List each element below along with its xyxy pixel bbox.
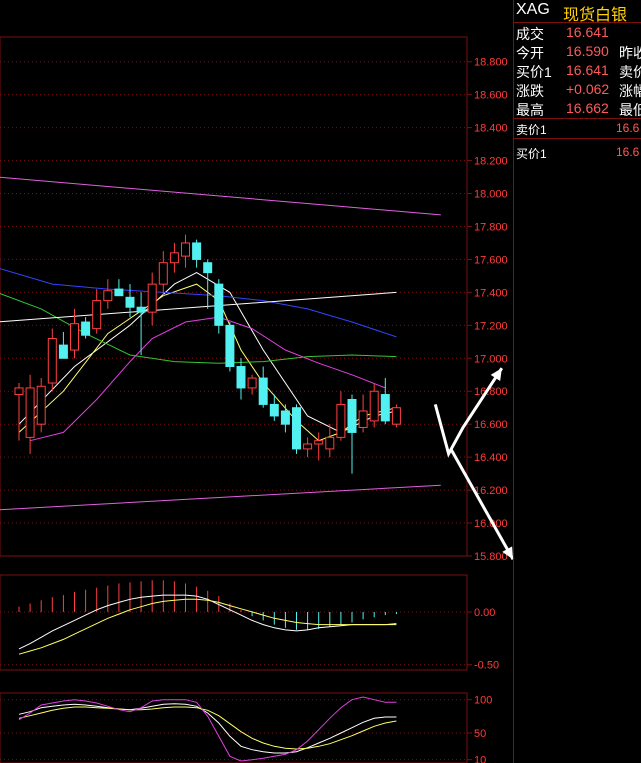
book-label: 买价1 [516,147,547,161]
macd-axis-tick-label: -0.50 [474,660,499,672]
price-axis-tick-label: 16.200 [474,485,508,497]
quote-row-high: 最高 16.662 最低 [514,99,641,119]
quote-row-last: 成交 16.641 [514,23,641,42]
book-label: 卖价1 [516,123,547,137]
candle-body [380,394,390,422]
candle-body [136,306,146,313]
quote-right-label: 昨收 [619,45,641,61]
price-axis-tick-label: 17.600 [474,254,508,266]
candle-body [292,407,301,450]
candle-body [81,321,91,336]
price-axis-tick-label: 16.400 [474,452,508,464]
quote-label: 最高 [516,102,544,118]
candle-body [369,390,379,422]
kdj-axis-tick-label: 10 [474,755,486,763]
price-axis-tick-label: 18.800 [474,57,508,69]
kdj-k-line [18,703,397,754]
ask-row: 卖价1 16.6 [514,119,641,139]
candle-body [225,324,235,368]
price-axis-tick-label: 18.200 [474,156,508,168]
price-axis-tick-label: 16.600 [474,419,508,431]
candle-body [25,387,35,438]
quote-row-bid: 买价1 16.641 卖价 [514,61,641,80]
candle-body [325,436,335,450]
candle-body [391,407,401,425]
candle-body [147,283,157,313]
kdj-axis-tick-label: 50 [474,728,486,740]
quote-value: 16.641 [566,24,609,40]
bid-row: 买价1 16.6 [514,143,641,162]
book-value: 16.6 [616,145,640,159]
candle-body [247,377,257,389]
macd-axis-tick-label: 0.00 [474,607,495,619]
symbol-code: XAG [516,1,550,18]
quote-row-change: 涨跌 +0.062 涨幅 [514,80,641,99]
quote-header: XAG 现货白银 [514,0,641,24]
candle-body [347,398,357,433]
candle-body [303,443,313,450]
candle-body [92,300,102,330]
kdj-chart[interactable]: 100 50 10 [0,692,492,763]
candle-body [58,344,68,359]
quote-label: 今开 [516,45,544,61]
candle-body [214,283,224,326]
price-axis-tick-label: 18.000 [474,189,508,201]
price-axis-tick-label: 18.600 [474,90,508,102]
candle-body [314,440,324,445]
candle-body [103,290,113,302]
candle-body [280,410,290,425]
candle-body [192,242,202,260]
quote-value: 16.590 [566,43,609,59]
quote-label: 成交 [516,26,544,42]
price-axis-tick-label: 17.800 [474,221,508,233]
candle-body [169,252,179,264]
moving-average-line [0,484,441,511]
book-value: 16.6 [616,121,640,135]
candle-body [36,385,46,425]
candle-body [14,387,24,396]
candle-body [158,262,168,285]
quote-label: 买价1 [516,64,552,80]
candle-body [47,338,57,384]
annotation-arrow [449,448,515,561]
candlestick-chart[interactable]: 18.800 18.600 18.400 18.200 18.000 17.800 17.6… [0,36,515,563]
macd-chart[interactable]: 0.00 -0.50 [0,574,499,672]
quote-value: 16.662 [566,100,609,116]
candle-body [70,323,79,351]
quote-row-open: 今开 16.590 昨收 [514,42,641,61]
quote-right-label: 卖价 [619,64,641,80]
price-axis-tick-label: 17.200 [474,320,508,332]
candle-body [114,288,124,297]
quote-value: 16.641 [566,62,609,78]
kdj-axis-frame [0,692,468,763]
quote-right-label: 涨幅 [619,83,641,99]
kdj-axis-tick-label: 100 [474,695,492,707]
candle-body [236,366,246,389]
price-axis-frame [0,36,468,557]
candle-body [269,403,279,417]
candle-body [181,242,190,257]
quote-right-label: 最低 [619,102,641,118]
price-axis-tick-label: 17.000 [474,353,508,365]
price-axis-tick-label: 17.400 [474,287,508,299]
price-axis-tick-label: 18.400 [474,123,508,135]
quote-value: +0.062 [566,81,610,97]
price-axis-tick-label: 16.800 [474,386,508,398]
candle-body [336,403,346,438]
candle-body [125,296,135,308]
candle-body [203,262,213,274]
annotation-arrow [433,367,504,458]
quote-label: 涨跌 [516,83,544,99]
moving-average-line [0,268,397,338]
symbol-name: 现货白银 [563,7,628,24]
price-axis-tick-label: 15.800 [474,551,508,563]
candle-body [358,410,368,428]
moving-average-line [0,176,441,216]
candle-body [258,377,268,405]
